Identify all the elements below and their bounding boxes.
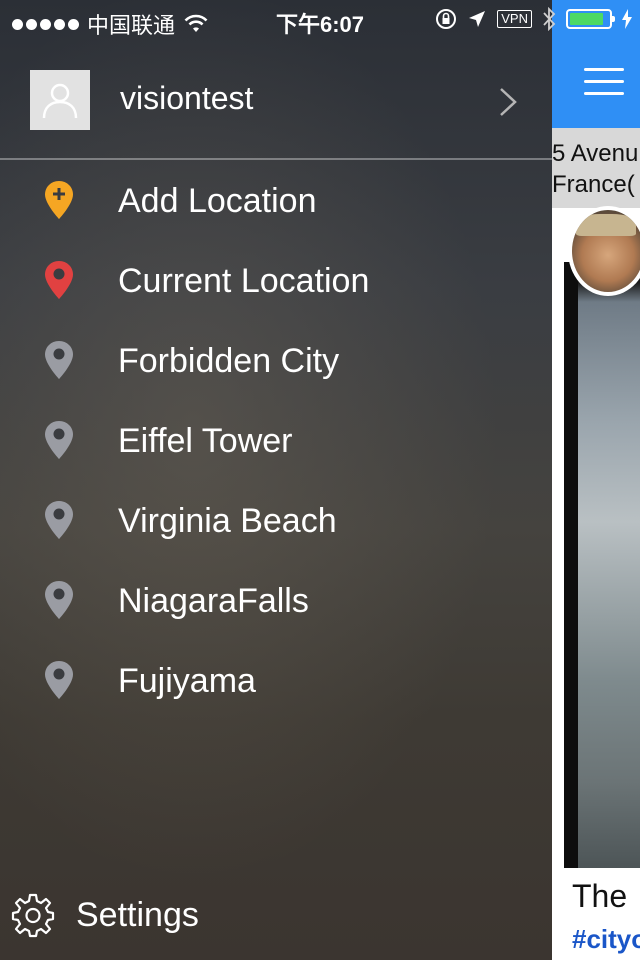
post-caption: The [572,878,628,914]
location-label: Add Location [118,182,317,220]
location-pin-icon [45,661,73,699]
avatar [30,70,90,130]
address-line: 5 Avenu [552,140,639,167]
location-pin-icon [45,581,73,619]
profile-row[interactable]: visiontest [0,40,552,160]
status-bar: 中国联通 下午6:07 VPN [0,0,640,40]
location-label: Forbidden City [118,342,340,380]
location-pin-icon [45,421,73,459]
location-pin-icon [45,501,73,539]
current-location-pin-icon [45,261,73,299]
location-label: Virginia Beach [118,502,337,540]
location-item-add-location[interactable]: Add Location [0,160,552,240]
location-item-fujiyama[interactable]: Fujiyama [0,640,552,720]
battery-icon [566,9,615,29]
address-strip: 5 Avenu France( [552,128,640,208]
menu-icon[interactable] [584,68,624,96]
rotation-lock-icon [436,9,457,29]
user-icon [42,83,78,119]
location-item-niagarafalls[interactable]: NiagaraFalls [0,560,552,640]
add-location-pin-icon [45,181,73,219]
chevron-right-icon [500,88,517,116]
location-item-current-location[interactable]: Current Location [0,240,552,320]
avatar-hat [576,214,636,236]
post-hashtag[interactable]: #cityo [572,924,640,955]
location-pin-icon [45,341,73,379]
location-label: NiagaraFalls [118,582,309,620]
location-label: Fujiyama [118,662,256,700]
gear-icon [11,893,55,938]
location-label: Current Location [118,262,370,300]
bluetooth-icon [543,7,556,31]
settings-button[interactable]: Settings [0,880,552,952]
location-item-forbidden-city[interactable]: Forbidden City [0,320,552,400]
charging-icon [622,9,632,29]
post-author-avatar[interactable] [568,206,640,296]
battery-fill [570,13,603,25]
username: visiontest [120,80,254,116]
main-content: 5 Avenu France( The #cityo [552,0,640,960]
location-services-icon [469,11,486,27]
settings-label: Settings [76,896,199,934]
location-item-virginia-beach[interactable]: Virginia Beach [0,480,552,560]
location-list: Add Location Current Location Forbidden … [0,160,552,720]
address-line: France( [552,171,635,198]
post-photo[interactable] [564,262,640,868]
side-drawer: visiontest Add Location Current Location [0,0,552,960]
location-item-eiffel-tower[interactable]: Eiffel Tower [0,400,552,480]
status-bar-right: VPN [435,7,632,31]
location-label: Eiffel Tower [118,422,293,460]
vpn-badge: VPN [497,10,532,28]
